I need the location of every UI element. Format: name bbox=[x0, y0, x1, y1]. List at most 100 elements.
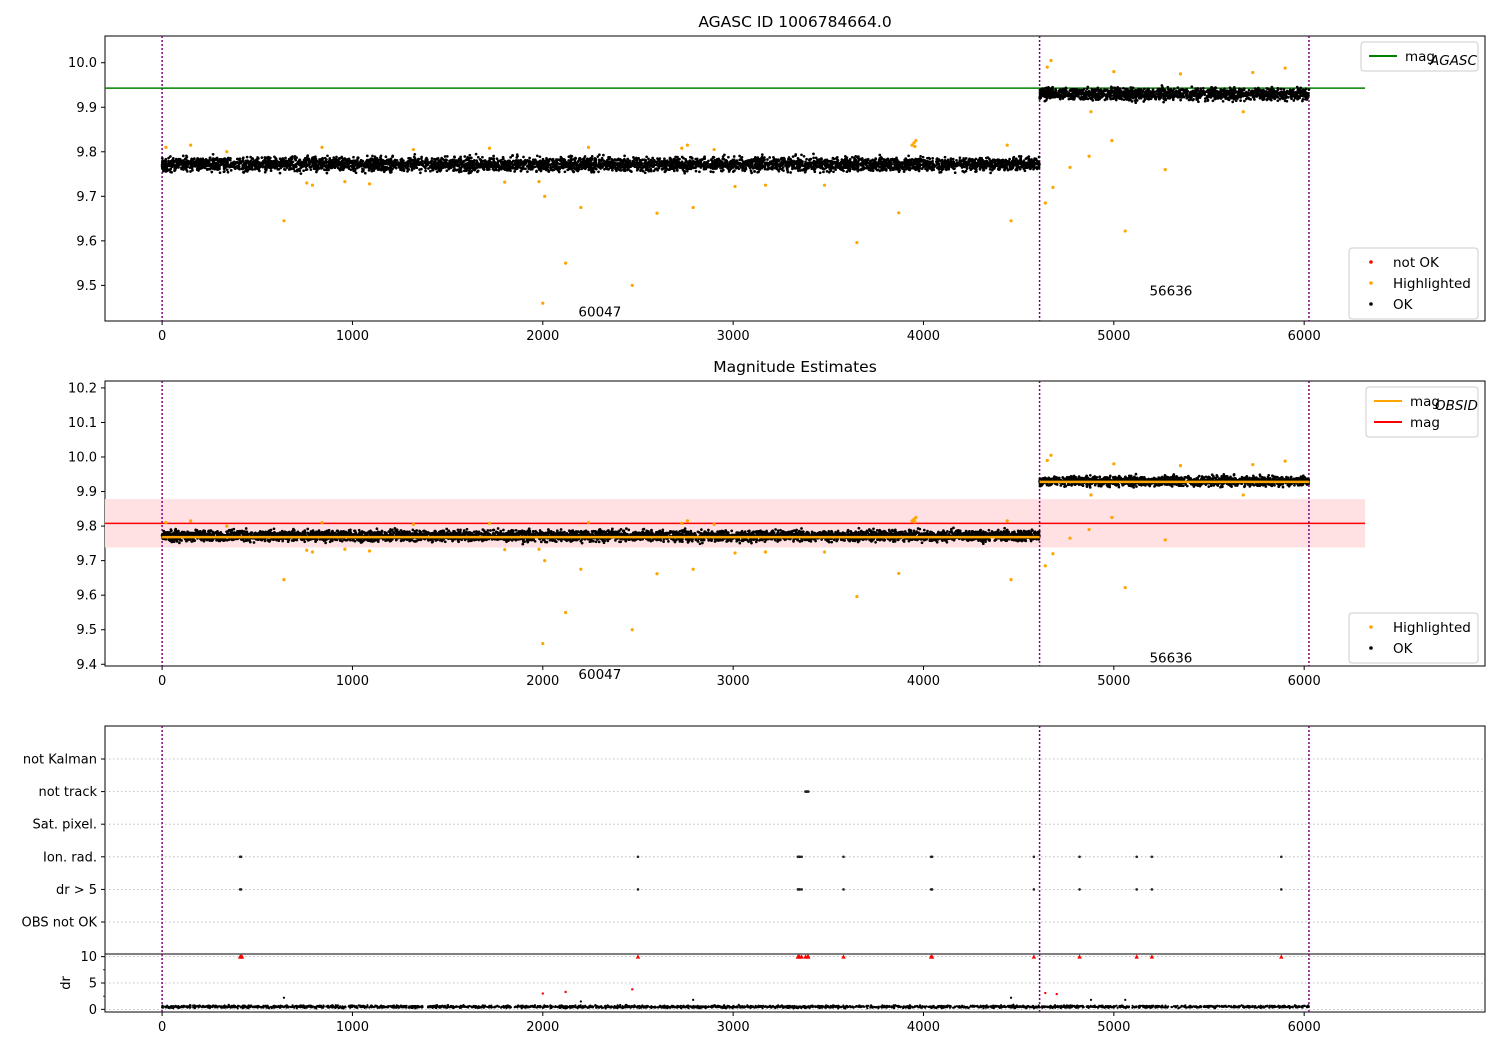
p1-ok-point bbox=[904, 164, 908, 168]
p1-ok-point bbox=[412, 161, 415, 164]
p1-ok-point bbox=[427, 167, 430, 170]
p1-ok-point bbox=[295, 169, 299, 173]
p1-ok-point bbox=[872, 163, 875, 166]
p1-ok-point bbox=[466, 164, 470, 168]
p1-ok-point bbox=[511, 166, 514, 169]
p1-ok-point bbox=[161, 167, 165, 171]
p1-ok-point bbox=[576, 163, 579, 167]
p1-ok-point bbox=[531, 158, 535, 162]
p1-ok-point bbox=[931, 157, 935, 160]
p1-ok-point bbox=[961, 163, 965, 167]
p1-ok-point bbox=[367, 169, 371, 172]
p1-ok-point bbox=[559, 157, 563, 161]
p1-ok-point bbox=[856, 160, 860, 164]
p1-ok-point bbox=[298, 158, 301, 162]
p1-ok-point bbox=[515, 165, 519, 169]
p1-ok-point bbox=[191, 165, 195, 168]
p1-ok-point bbox=[389, 158, 392, 161]
p1-ok-point bbox=[1006, 168, 1010, 172]
p1-ok-point bbox=[888, 159, 892, 163]
p1-ok-point bbox=[228, 165, 231, 168]
p1-ok-point bbox=[260, 156, 264, 159]
p1-ok-point bbox=[818, 160, 822, 164]
p1-ok-point bbox=[506, 159, 510, 163]
p1-ok-point bbox=[359, 159, 363, 162]
p1-ok-point bbox=[733, 169, 736, 172]
p1-ok-point bbox=[323, 168, 326, 172]
p1-ok-point bbox=[878, 153, 882, 157]
p1-ok-point bbox=[165, 166, 169, 170]
p1-ok-point bbox=[682, 156, 685, 160]
p1-ok-point bbox=[516, 162, 520, 166]
p1-ok-point bbox=[834, 166, 838, 169]
p1-ok-point bbox=[304, 161, 307, 165]
p1-ok-point bbox=[636, 166, 640, 170]
p1-ok-point bbox=[884, 159, 888, 163]
p1-ok-point bbox=[895, 156, 898, 160]
p1-ok-point bbox=[379, 164, 383, 167]
p1-ok-point bbox=[955, 164, 959, 168]
p1-ok-point bbox=[648, 165, 651, 169]
p1-ok-point bbox=[643, 161, 646, 165]
p1-ok-point bbox=[321, 161, 324, 164]
p1-ok-point bbox=[651, 156, 655, 160]
p1-ok-point bbox=[280, 163, 284, 167]
p1-ok-point bbox=[468, 153, 472, 157]
p1-ok-point bbox=[551, 165, 555, 169]
p1-ok-point bbox=[524, 167, 527, 171]
p1-ok-point bbox=[835, 163, 839, 167]
p1-ok-point bbox=[532, 162, 536, 166]
p1-ok-point bbox=[309, 168, 313, 171]
p1-ok-point bbox=[245, 155, 249, 159]
p1-ok-point bbox=[211, 159, 215, 163]
p1-ok-point bbox=[346, 159, 350, 163]
p1-ok-point bbox=[1010, 167, 1014, 171]
p1-ok-point bbox=[484, 162, 487, 165]
p1-ok-point bbox=[981, 166, 985, 170]
p1-ok-point bbox=[506, 168, 510, 172]
p1-ok-point bbox=[668, 156, 672, 160]
p1-ok-point bbox=[410, 166, 414, 170]
p1-ok-point bbox=[787, 162, 791, 166]
p1-ok-point bbox=[791, 155, 795, 158]
p1-ok-point bbox=[218, 171, 222, 175]
p1-ok-point bbox=[928, 165, 932, 169]
p1-ok-point bbox=[296, 160, 300, 164]
p1-ok-point bbox=[699, 162, 703, 166]
p1-ok-point bbox=[944, 167, 948, 171]
p1-ok-point bbox=[768, 160, 772, 164]
p1-ok-point bbox=[605, 162, 609, 166]
p1-ok-point bbox=[849, 162, 853, 165]
p1-ok-point bbox=[225, 163, 229, 167]
p1-ok-point bbox=[249, 159, 253, 163]
p1-ok-point bbox=[678, 165, 682, 169]
p1-ok-point bbox=[163, 162, 166, 165]
p1-ok-point bbox=[943, 162, 947, 166]
p1-ok-point bbox=[812, 166, 816, 170]
p1-ok-point bbox=[435, 157, 439, 161]
p1-ok-point bbox=[763, 158, 766, 162]
p1-ok-point bbox=[729, 167, 733, 170]
p1-ok-point bbox=[431, 168, 435, 172]
p1-ok-point bbox=[790, 161, 794, 165]
p1-ok-point bbox=[161, 159, 165, 163]
p1-ok-point bbox=[688, 161, 692, 165]
p1-ok-point bbox=[1001, 158, 1005, 162]
p1-ok-point bbox=[188, 166, 192, 169]
p1-ok-point bbox=[417, 157, 421, 161]
p1-ok-point bbox=[325, 158, 328, 161]
p1-ok-point bbox=[317, 160, 321, 164]
p1-ok-point bbox=[429, 160, 433, 164]
p1-ok-point bbox=[426, 163, 430, 167]
p1-ok-point bbox=[513, 159, 516, 163]
p1-ok-point bbox=[869, 164, 873, 168]
p1-ok-point bbox=[274, 156, 278, 160]
p1-ok-point bbox=[583, 155, 587, 158]
p1-ok-point bbox=[241, 157, 245, 161]
p1-ok-point bbox=[565, 161, 569, 164]
p1-ok-point bbox=[668, 168, 671, 172]
p1-ok-point bbox=[458, 159, 462, 162]
p1-ok-point bbox=[278, 164, 281, 167]
p1-ok-point bbox=[459, 162, 463, 166]
p1-ok-point bbox=[923, 161, 927, 165]
